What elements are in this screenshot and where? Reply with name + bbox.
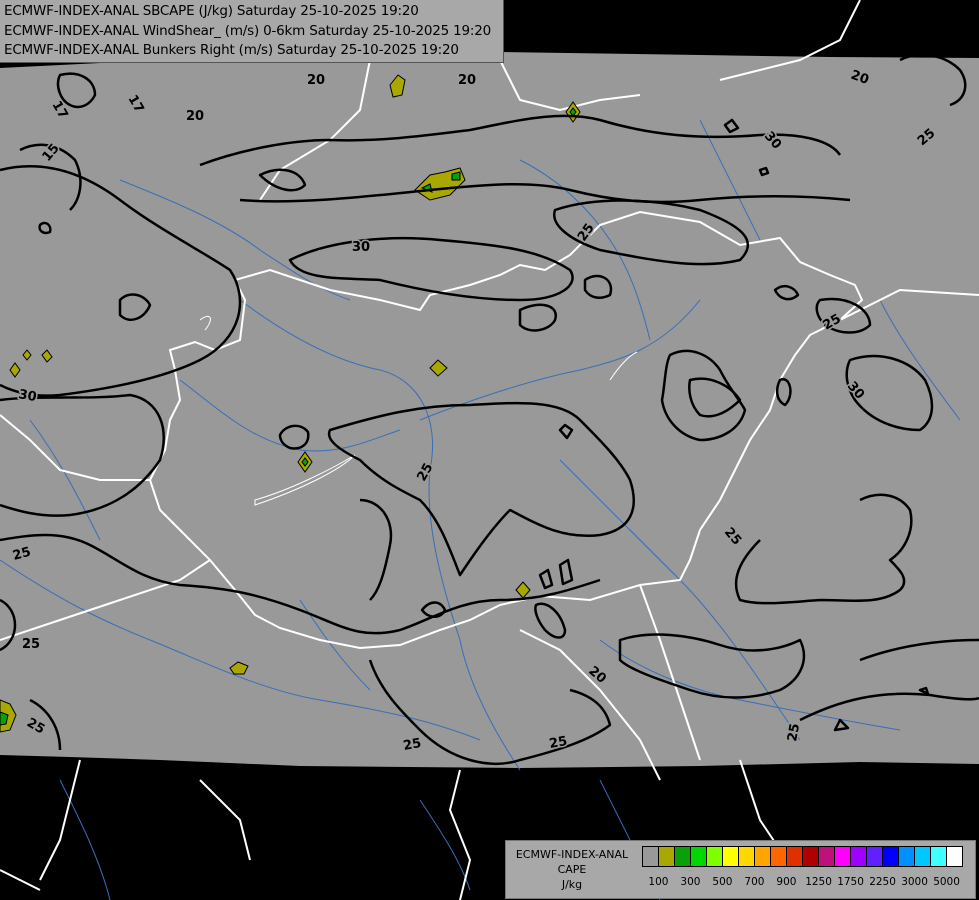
legend-tick-label: 5000 [933,876,960,888]
contour-label: 20 [458,73,476,88]
legend-swatch [850,846,867,867]
title-line-sbcape: ECMWF-INDEX-ANAL SBCAPE (J/kg) Saturday … [4,3,419,19]
contour-label: 20 [307,73,325,88]
legend-title-line: J/kg [561,878,583,891]
legend-swatch [802,846,819,867]
legend-swatch [706,846,723,867]
legend-tick-label: 2250 [869,876,896,888]
legend-tick-label: 3000 [901,876,928,888]
legend-tick-label: 1750 [837,876,864,888]
cape-legend: ECMWF-INDEX-ANAL CAPE J/kg 100 300 500 700 9… [505,840,976,899]
legend-swatch [882,846,899,867]
legend-swatch [674,846,691,867]
legend-title-line: CAPE [557,863,587,876]
contour-label: 25 [402,736,422,754]
title-box: ECMWF-INDEX-ANAL SBCAPE (J/kg) Saturday … [0,0,504,63]
legend-swatch [930,846,947,867]
title-line-windshear: ECMWF-INDEX-ANAL WindShear_ (m/s) 0-6km … [4,23,491,39]
title-line-bunkers: ECMWF-INDEX-ANAL Bunkers Right (m/s) Sat… [4,42,459,58]
legend-swatch [770,846,787,867]
legend-swatch [786,846,803,867]
legend-title: ECMWF-INDEX-ANAL CAPE J/kg [506,847,638,892]
legend-swatch [946,846,963,867]
legend-swatch [914,846,931,867]
legend-tick-label: 100 [648,876,669,888]
legend-swatch [898,846,915,867]
legend-title-line: ECMWF-INDEX-ANAL [515,848,629,861]
legend-swatch [834,846,851,867]
weather-map: 17 17 20 15 20 20 20 30 25 30 30 25 30 2… [0,0,979,900]
contour-label: 20 [186,109,204,124]
legend-tick-label: 500 [712,876,733,888]
model-domain [0,52,979,768]
legend-tick-label: 1250 [805,876,832,888]
contour-label: 25 [22,637,40,652]
contour-label: 25 [785,722,803,742]
contour-label: 30 [352,240,370,255]
legend-tick-label: 900 [776,876,797,888]
legend-swatch [722,846,739,867]
legend-swatch [754,846,771,867]
legend-swatch [866,846,883,867]
legend-tick-label: 700 [744,876,765,888]
legend-swatch [658,846,675,867]
legend-swatch [738,846,755,867]
contour-label: 30 [17,387,37,405]
legend-swatch [690,846,707,867]
legend-swatch [642,846,659,867]
legend-color-bar [642,846,963,867]
contour-label: 25 [548,734,568,752]
legend-swatch [818,846,835,867]
legend-tick-label: 300 [680,876,701,888]
